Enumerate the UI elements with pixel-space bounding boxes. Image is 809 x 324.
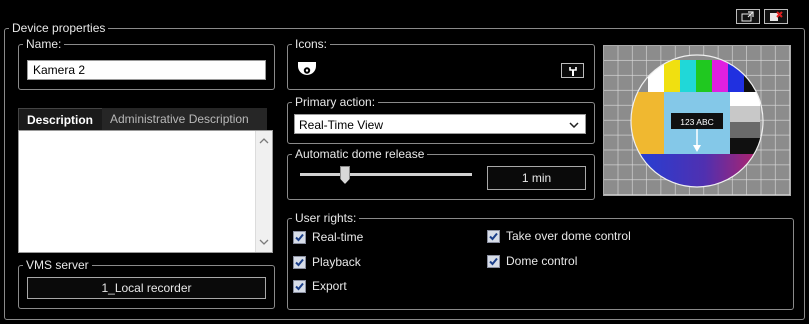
checkbox-playback[interactable] (293, 255, 306, 269)
checkmark-icon (489, 257, 498, 265)
pick-icon (568, 66, 577, 76)
checkmark-icon (489, 232, 498, 240)
test-pattern-image: 123 ABC (604, 46, 790, 195)
right-take-over-dome-control-label: Take over dome control (506, 229, 631, 243)
icons-group: Icons: (287, 38, 595, 90)
vms-server-value: 1_Local recorder (27, 277, 266, 299)
user-rights-label: User rights: (295, 211, 357, 225)
name-input[interactable] (27, 60, 266, 80)
dome-release-value: 1 min (487, 166, 586, 190)
close-icon (770, 11, 783, 21)
tab-description[interactable]: Description (18, 108, 102, 130)
scroll-up-icon[interactable] (256, 133, 272, 149)
dome-release-label: Automatic dome release (295, 147, 425, 161)
checkbox-real-time[interactable] (293, 230, 306, 244)
right-dome-control[interactable]: Dome control (487, 253, 577, 269)
slider-thumb[interactable] (340, 166, 350, 184)
primary-action-value: Real-Time View (299, 118, 384, 132)
primary-action-select[interactable]: Real-Time View (294, 114, 586, 134)
name-label: Name: (26, 37, 62, 51)
right-dome-control-label: Dome control (506, 254, 578, 268)
checkmark-icon (295, 258, 304, 266)
right-real-time-label: Real-time (312, 230, 364, 244)
primary-action-label: Primary action: (295, 95, 376, 109)
dome-release-slider[interactable] (300, 166, 472, 186)
tab-administrative-description[interactable]: Administrative Description (102, 108, 267, 130)
checkbox-take-over-dome-control[interactable] (487, 229, 500, 243)
description-scrollbar[interactable] (255, 131, 272, 252)
right-real-time[interactable]: Real-time (293, 229, 363, 245)
camera-preview: 123 ABC (603, 45, 791, 196)
detach-icon (741, 11, 754, 22)
slider-track (300, 173, 472, 176)
right-export-label: Export (312, 279, 347, 293)
checkmark-icon (295, 282, 304, 290)
device-properties-title: Device properties (12, 21, 106, 35)
icons-label: Icons: (295, 37, 328, 51)
right-export[interactable]: Export (293, 278, 347, 294)
description-tabs: Description Administrative Description (18, 108, 267, 130)
right-playback-label: Playback (312, 255, 361, 269)
right-playback[interactable]: Playback (293, 254, 361, 270)
chevron-down-icon (569, 122, 579, 129)
dome-camera-icon (298, 62, 316, 75)
icon-picker-button[interactable] (561, 63, 584, 78)
right-take-over-dome-control[interactable]: Take over dome control (487, 228, 631, 244)
checkbox-dome-control[interactable] (487, 254, 500, 268)
preview-caption: 123 ABC (680, 117, 714, 127)
checkmark-icon (295, 233, 304, 241)
checkbox-export[interactable] (293, 279, 306, 293)
scroll-down-icon[interactable] (256, 234, 272, 250)
vms-server-label: VMS server (26, 258, 89, 272)
description-textarea[interactable] (18, 130, 273, 253)
